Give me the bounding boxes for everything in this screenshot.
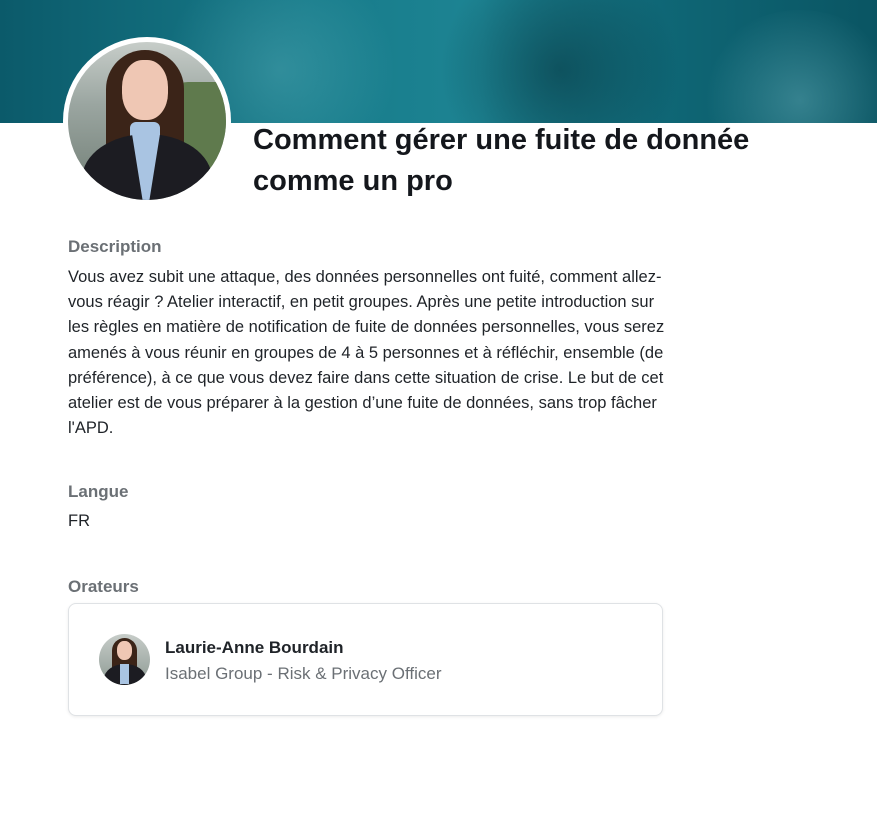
language-label: Langue <box>68 482 129 501</box>
avatar-image <box>68 42 226 200</box>
banner-decoration <box>430 0 690 123</box>
speaker-name: Laurie-Anne Bourdain <box>165 638 344 657</box>
language-value: FR <box>68 512 90 530</box>
speaker-avatar <box>99 634 150 685</box>
speakers-label: Orateurs <box>68 577 139 596</box>
session-title: Comment gérer une fuite de donnée comme … <box>253 124 750 197</box>
speaker-profile-photo <box>63 37 231 205</box>
description-text: Vous avez subit une attaque, des données… <box>68 268 665 438</box>
speaker-role: Isabel Group - Risk & Privacy Officer <box>165 664 442 683</box>
speaker-card[interactable]: Laurie-Anne Bourdain Isabel Group - Risk… <box>68 603 663 716</box>
description-label: Description <box>68 237 162 256</box>
banner-decoration <box>700 10 877 123</box>
